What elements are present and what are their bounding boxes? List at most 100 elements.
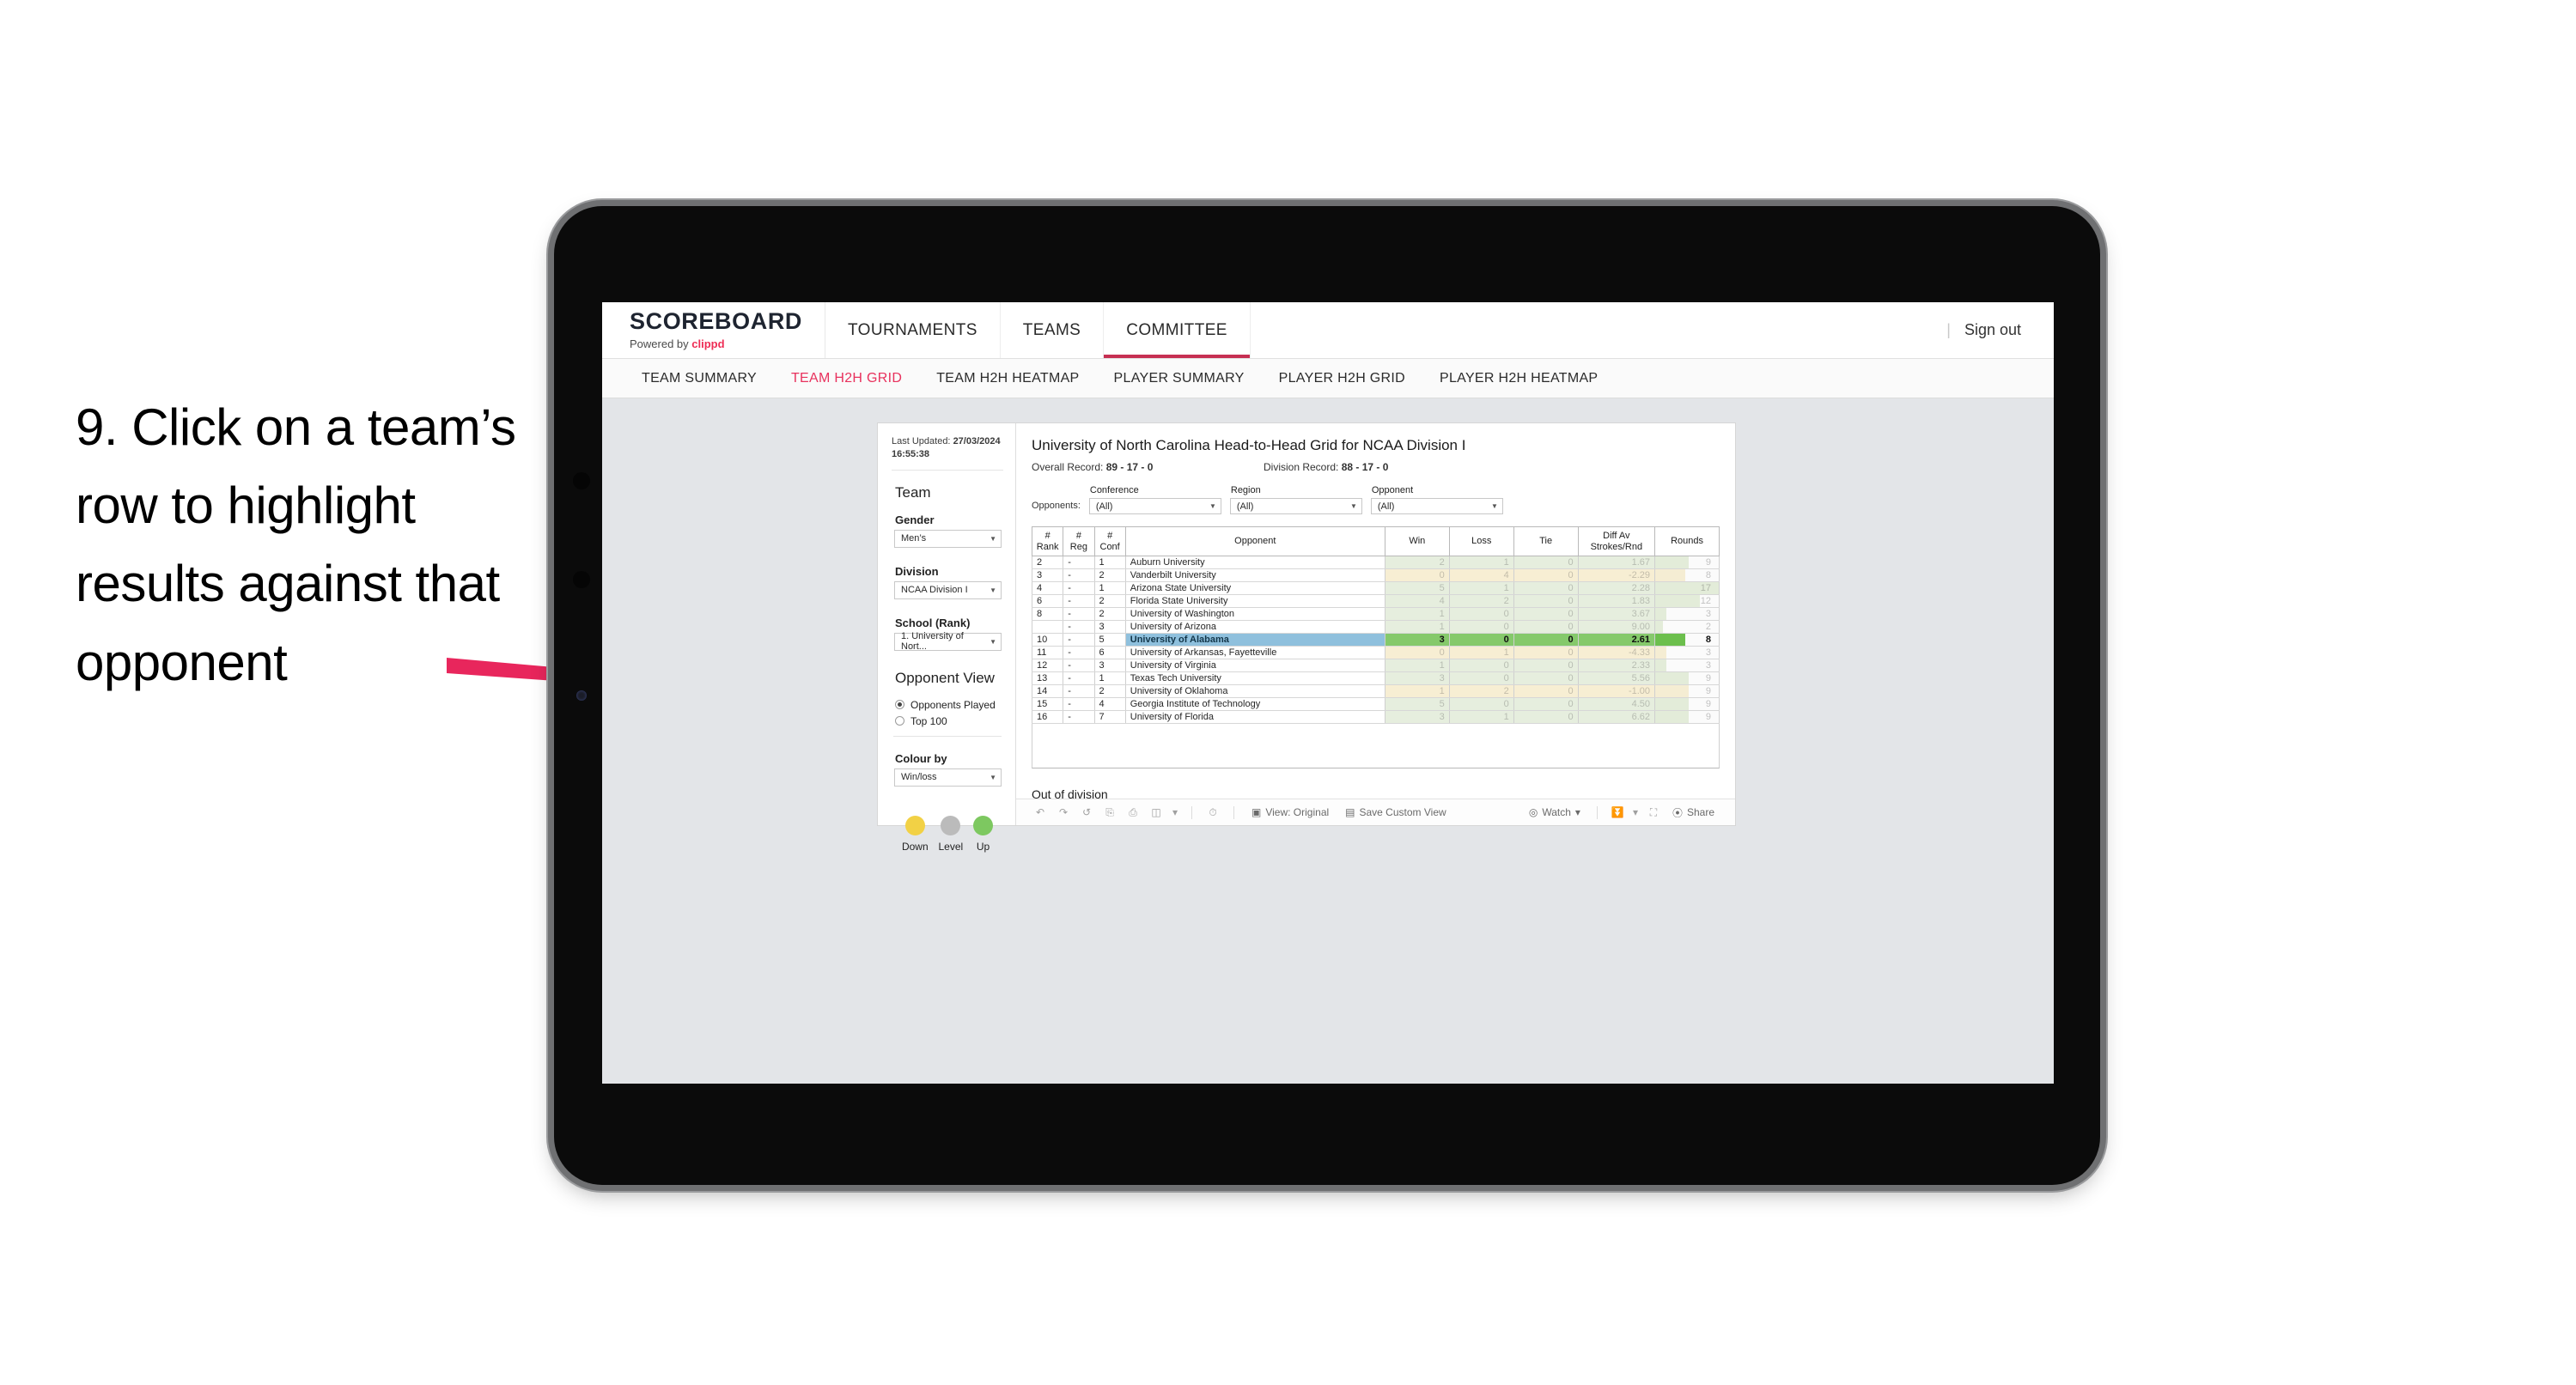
gender-select[interactable]: Men’s ▼ [894, 529, 1002, 548]
school-select[interactable]: 1. University of Nort... ▼ [894, 631, 1002, 652]
colour-by-select[interactable]: Win/loss ▼ [894, 768, 1002, 787]
column-header-rounds[interactable]: Rounds [1654, 525, 1720, 557]
alerts-icon[interactable]: ⏱ [1203, 802, 1223, 823]
legend-label-up: Up [976, 840, 990, 853]
table-row[interactable]: 3-2 Vanderbilt University 0 4 0 -2.29 8 [1031, 568, 1720, 583]
cell-diff: 2.28 [1577, 581, 1656, 596]
table-empty-space [1032, 724, 1720, 769]
filter-conference: Conference (All) ▼ [1088, 485, 1221, 514]
cell-conf: 1 [1093, 671, 1126, 686]
chevron-down-icon[interactable]: ▾ [1629, 802, 1641, 823]
cell-diff: 4.50 [1577, 697, 1656, 712]
pause-icon[interactable]: ⎙ [1123, 802, 1143, 823]
table-row[interactable]: 14-2 University of Oklahoma 1 2 0 -1.00 9 [1031, 684, 1720, 699]
cell-rank: 10 [1031, 633, 1064, 647]
subnav-item-team-summary[interactable]: TEAM SUMMARY [624, 371, 774, 386]
topnav-item-teams[interactable]: TEAMS [1001, 302, 1105, 358]
cell-tie: 0 [1513, 659, 1579, 673]
table-row[interactable]: 11-6 University of Arkansas, Fayetteville… [1031, 646, 1720, 660]
topnav-item-tournaments[interactable]: TOURNAMENTS [825, 302, 1001, 358]
fullscreen-icon[interactable]: ⛶ [1643, 802, 1664, 823]
table-row[interactable]: 2-1 Auburn University 2 1 0 1.67 9 [1031, 556, 1720, 570]
radio-opponents-played[interactable]: Opponents Played [895, 699, 1003, 711]
save-custom-view-button[interactable]: ▤ Save Custom View [1338, 806, 1453, 818]
table-row[interactable]: 8-2 University of Washington 1 0 0 3.67 3 [1031, 607, 1720, 622]
toolbar-divider [1233, 805, 1234, 819]
view-original-button[interactable]: ▣ View: Original [1245, 806, 1336, 818]
column-header-diffavstrokesrnd[interactable]: Diff Av Strokes/Rnd [1577, 525, 1656, 557]
report-area: University of North Carolina Head-to-Hea… [1016, 423, 1735, 825]
cell-rounds: 2 [1654, 620, 1720, 635]
table-row[interactable]: 15-4 Georgia Institute of Technology 5 0 0 4.… [1031, 697, 1720, 712]
table-row[interactable]: -3 University of Arizona 1 0 0 9.00 2 [1031, 620, 1720, 635]
redo-icon[interactable]: ↷ [1053, 802, 1074, 823]
volume-up-button[interactable] [573, 472, 590, 489]
subnav-item-team-h2h-heatmap[interactable]: TEAM H2H HEATMAP [919, 371, 1096, 386]
signout-link[interactable]: Sign out [1964, 321, 2021, 339]
topnav-item-committee[interactable]: COMMITTEE [1104, 302, 1251, 358]
share-button[interactable]: ⦿ Share [1666, 805, 1721, 820]
filter-region-label: Region [1230, 485, 1261, 495]
subnav-item-player-h2h-grid[interactable]: PLAYER H2H GRID [1262, 371, 1422, 386]
cell-opponent: University of Florida [1124, 710, 1385, 725]
table-row[interactable]: 12-3 University of Virginia 1 0 0 2.33 3 [1031, 659, 1720, 673]
brand-logo[interactable]: SCOREBOARD Powered by clippd [602, 302, 826, 358]
legend-label-level: Level [938, 840, 964, 853]
cell-loss: 2 [1448, 594, 1514, 609]
table-row[interactable]: 4-1 Arizona State University 5 1 0 2.28 17 [1031, 581, 1720, 596]
column-header-opponent[interactable]: Opponent [1124, 525, 1385, 557]
table-row[interactable]: 13-1 Texas Tech University 3 0 0 5.56 9 [1031, 671, 1720, 686]
table-row[interactable]: 16-7 University of Florida 3 1 0 6.62 9 [1031, 710, 1720, 725]
chevron-down-icon[interactable]: ▾ [1169, 802, 1181, 823]
cell-win: 2 [1384, 556, 1450, 570]
cell-loss: 0 [1448, 607, 1514, 622]
cell-loss: 1 [1448, 581, 1514, 596]
filter-opponent-select[interactable]: (All) ▼ [1370, 498, 1503, 514]
device-layout-icon[interactable]: ◫ [1146, 802, 1166, 823]
cell-win: 5 [1384, 581, 1450, 596]
cell-win: 1 [1384, 684, 1450, 699]
column-header-conf[interactable]: # Conf [1093, 525, 1126, 557]
column-header-tie[interactable]: Tie [1513, 525, 1579, 557]
dashboard-canvas: Last Updated: 27/03/2024 16:55:38 Team G… [602, 398, 2054, 1084]
column-header-reg[interactable]: # Reg [1063, 525, 1095, 557]
cell-loss: 0 [1448, 633, 1514, 647]
volume-down-button[interactable] [573, 571, 590, 588]
cell-opponent: University of Arizona [1124, 620, 1385, 635]
filter-conference-select[interactable]: (All) ▼ [1088, 498, 1221, 514]
radio-top-100[interactable]: Top 100 [895, 715, 1003, 727]
cell-rounds: 9 [1654, 684, 1720, 699]
division-label: Division [895, 564, 939, 578]
column-header-rank[interactable]: # Rank [1031, 525, 1064, 557]
table-row[interactable]: 6-2 Florida State University 4 2 0 1.83 12 [1031, 594, 1720, 609]
cell-loss: 0 [1448, 659, 1514, 673]
subnav-item-player-summary[interactable]: PLAYER SUMMARY [1097, 371, 1262, 386]
filter-region-select[interactable]: (All) ▼ [1229, 498, 1362, 514]
cell-win: 1 [1384, 620, 1450, 635]
division-record-label: Division Record: [1264, 461, 1342, 473]
subnav-item-team-h2h-grid[interactable]: TEAM H2H GRID [774, 371, 919, 386]
division-select[interactable]: NCAA Division I ▼ [894, 580, 1002, 599]
cell-rounds: 9 [1654, 556, 1720, 570]
toolbar-divider [1191, 805, 1192, 819]
undo-icon[interactable]: ↶ [1030, 802, 1050, 823]
cell-opponent: Georgia Institute of Technology [1124, 697, 1385, 712]
refresh-icon[interactable]: ⎘ [1099, 802, 1120, 823]
column-header-win[interactable]: Win [1384, 525, 1450, 557]
cell-opponent: University of Oklahoma [1124, 684, 1385, 699]
revert-icon[interactable]: ↺ [1076, 802, 1097, 823]
cell-tie: 0 [1513, 710, 1579, 725]
legend-dot-level-icon [941, 815, 961, 835]
download-icon[interactable]: ⏬ [1607, 802, 1628, 823]
cell-loss: 4 [1448, 568, 1514, 583]
column-header-loss[interactable]: Loss [1448, 525, 1514, 557]
cell-tie: 0 [1513, 697, 1579, 712]
instruction-caption: 9. Click on a team’s row to highlight re… [76, 398, 516, 691]
watch-button[interactable]: ◎ Watch ▾ [1522, 806, 1587, 818]
legend-dot-down-icon [904, 815, 925, 835]
table-row[interactable]: 10-5 University of Alabama 3 0 0 2.61 8 [1031, 633, 1720, 647]
cell-loss: 0 [1448, 671, 1514, 686]
cell-win: 4 [1384, 594, 1450, 609]
subnav-item-player-h2h-heatmap[interactable]: PLAYER H2H HEATMAP [1422, 371, 1615, 386]
legend-item-up: Up [973, 815, 994, 853]
